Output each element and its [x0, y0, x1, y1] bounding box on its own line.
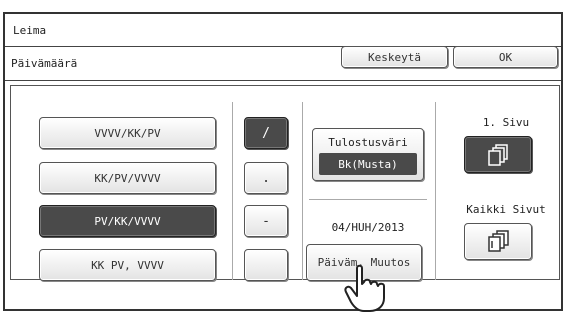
print-color-button[interactable]: Tulostusväri Bk(Musta) — [312, 128, 424, 181]
format-button-mm-dd-yyyy[interactable]: KK/PV/VVVV — [39, 162, 216, 194]
first-page-label: 1. Sivu — [482, 116, 530, 129]
first-page-icon — [488, 143, 508, 166]
format-button-yyyy-mm-dd[interactable]: VVVV/KK/PV — [39, 117, 216, 149]
all-pages-button[interactable] — [464, 223, 532, 260]
separator-button-dot[interactable]: . — [244, 162, 288, 194]
separator-button-dash[interactable]: - — [244, 205, 288, 237]
format-button-mm-dd-comma-yyyy[interactable]: KK PV, VVVV — [39, 249, 216, 281]
format-button-dd-mm-yyyy[interactable]: PV/KK/VVVV — [39, 205, 216, 237]
all-pages-label: Kaikki Sivut — [466, 203, 546, 216]
title-bar: Leima — [5, 14, 561, 47]
pointer-hand-icon — [344, 264, 385, 312]
first-page-button[interactable] — [464, 136, 532, 173]
divider — [309, 199, 427, 200]
window-title: Leima — [13, 24, 47, 37]
subheader-title: Päivämäärä — [11, 57, 78, 70]
print-color-label: Tulostusväri — [328, 136, 408, 149]
divider — [435, 102, 436, 280]
separator-button-slash[interactable]: / — [244, 117, 288, 149]
print-color-value: Bk(Musta) — [319, 153, 417, 175]
current-date: 04/HUH/2013 — [331, 221, 405, 234]
all-pages-icon — [488, 229, 509, 252]
divider — [232, 102, 233, 280]
divider — [302, 102, 303, 280]
separator-button-space[interactable] — [244, 249, 288, 281]
cancel-button[interactable]: Keskeytä — [341, 46, 448, 68]
ok-button[interactable]: OK — [453, 46, 558, 68]
